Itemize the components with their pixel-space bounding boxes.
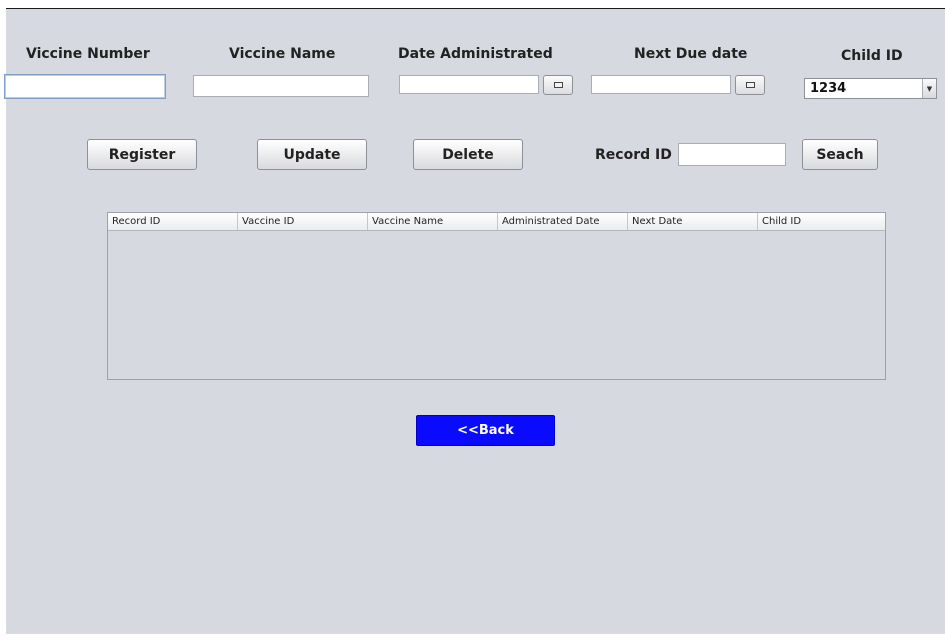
column-header-child-id[interactable]: Child ID [758, 213, 885, 230]
record-id-label: Record ID [595, 147, 672, 163]
column-header-vaccine-name[interactable]: Vaccine Name [368, 213, 498, 230]
child-id-selected-value: 1234 [810, 81, 847, 96]
register-button[interactable]: Register [87, 139, 197, 170]
next-due-date-field[interactable] [591, 75, 731, 94]
next-due-date-label: Next Due date [634, 46, 748, 62]
vaccine-name-label: Viccine Name [229, 46, 336, 62]
records-table[interactable]: Record ID Vaccine ID Vaccine Name Admini… [107, 212, 886, 380]
next-due-date-picker-button[interactable] [735, 75, 765, 95]
date-administrated-picker-button[interactable] [543, 75, 573, 95]
delete-button[interactable]: Delete [413, 139, 523, 170]
chevron-down-icon[interactable]: ▼ [922, 79, 936, 98]
search-button[interactable]: Seach [802, 139, 878, 170]
vaccine-form-window: Viccine Number Viccine Name Date Adminis… [4, 8, 945, 634]
calendar-icon [553, 82, 563, 88]
calendar-icon [745, 82, 755, 88]
date-administrated-label: Date Administrated [398, 46, 553, 62]
vaccine-name-field[interactable] [193, 75, 369, 97]
column-header-vaccine-id[interactable]: Vaccine ID [238, 213, 368, 230]
child-id-label: Child ID [841, 48, 903, 64]
update-button[interactable]: Update [257, 139, 367, 170]
column-header-record-id[interactable]: Record ID [108, 213, 238, 230]
date-administrated-field[interactable] [399, 75, 539, 94]
column-header-next-date[interactable]: Next Date [628, 213, 758, 230]
child-id-select[interactable]: 1234 ▼ [804, 78, 937, 99]
column-header-administrated-date[interactable]: Administrated Date [498, 213, 628, 230]
vaccine-number-field[interactable] [4, 74, 166, 99]
back-button[interactable]: <<Back [416, 415, 555, 446]
table-header: Record ID Vaccine ID Vaccine Name Admini… [108, 213, 885, 231]
record-id-field[interactable] [678, 143, 786, 166]
vaccine-number-label: Viccine Number [26, 46, 150, 62]
